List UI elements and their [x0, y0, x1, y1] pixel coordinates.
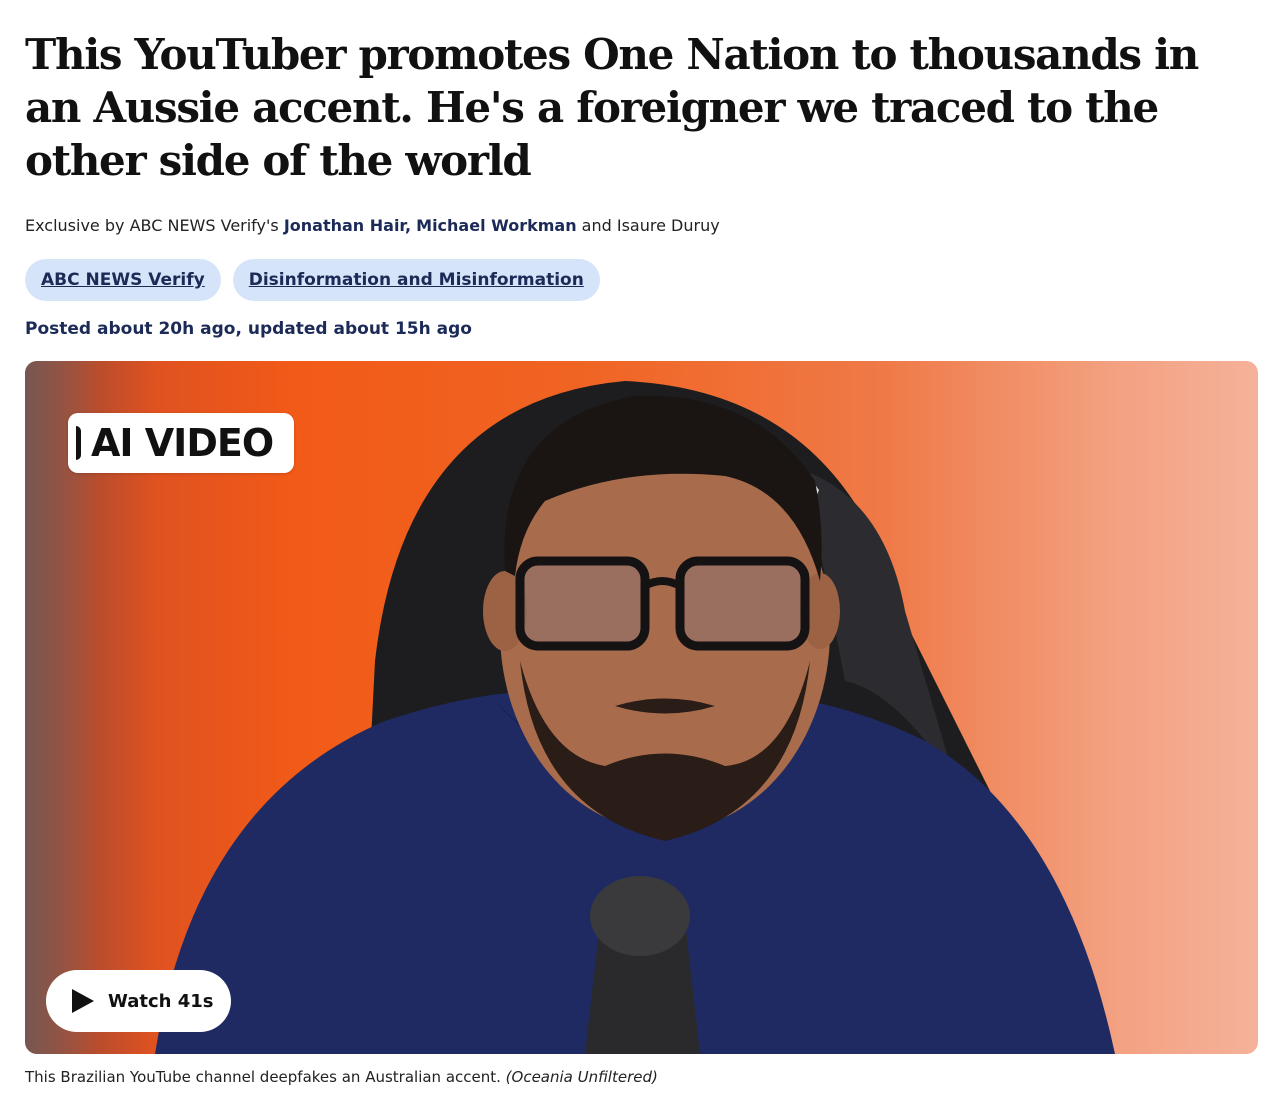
byline: Exclusive by ABC NEWS Verify's Jonathan … — [25, 216, 720, 236]
topic-tags: ABC NEWS Verify Disinformation and Misin… — [25, 259, 600, 301]
ai-video-badge: AI VIDEO — [68, 413, 294, 473]
ai-video-label: AI VIDEO — [91, 421, 274, 465]
watch-duration-label: Watch 41s — [108, 990, 214, 1012]
author-link-jonathan-hair[interactable]: Jonathan Hair, — [284, 216, 411, 235]
caption-credit: (Oceania Unfiltered) — [505, 1068, 658, 1086]
author-link-michael-workman[interactable]: Michael Workman — [416, 216, 576, 235]
article-headline: This YouTuber promotes One Nation to tho… — [25, 30, 1199, 185]
byline-prefix: Exclusive by ABC NEWS Verify's — [25, 216, 284, 235]
caption-text: This Brazilian YouTube channel deepfakes… — [25, 1068, 506, 1086]
video-caption: This Brazilian YouTube channel deepfakes… — [25, 1068, 658, 1086]
publish-dates: Posted about 20h ago, updated about 15h … — [25, 319, 472, 339]
byline-suffix: and Isaure Duruy — [576, 216, 720, 235]
play-icon — [72, 989, 94, 1013]
badge-accent-bar — [76, 426, 81, 460]
tag-disinformation[interactable]: Disinformation and Misinformation — [232, 259, 600, 301]
watch-video-button[interactable]: Watch 41s — [46, 970, 231, 1032]
tag-abc-news-verify[interactable]: ABC NEWS Verify — [25, 259, 221, 301]
